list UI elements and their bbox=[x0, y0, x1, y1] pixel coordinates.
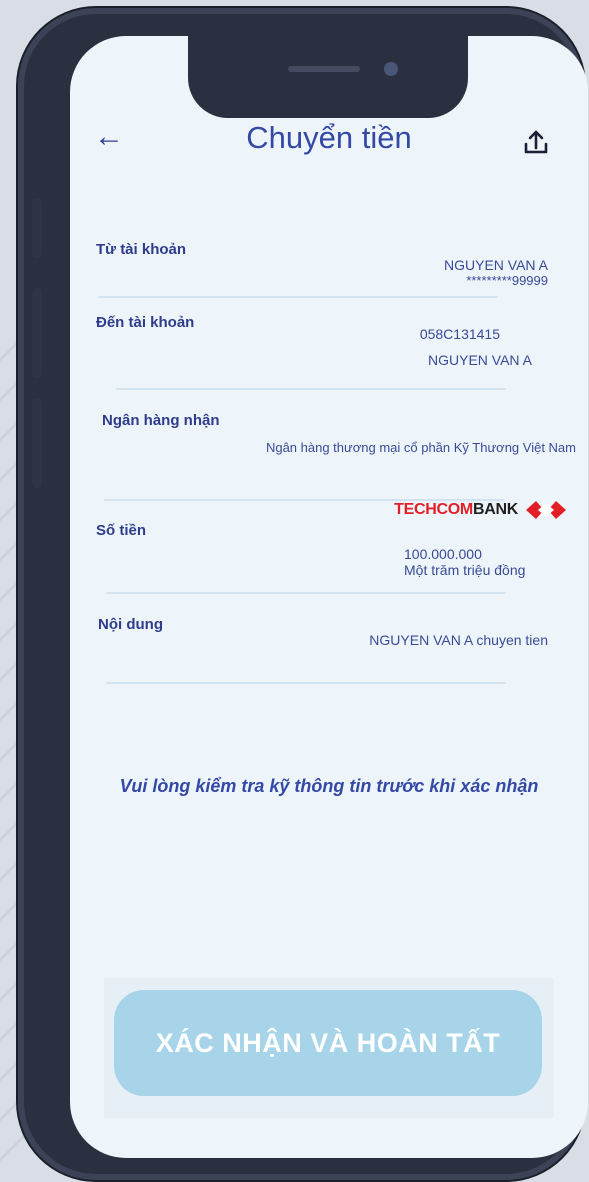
phone-notch bbox=[188, 36, 468, 118]
techcombank-logo: TECHCOMBANK bbox=[394, 498, 568, 522]
divider bbox=[106, 592, 506, 594]
content-label: Nội dung bbox=[98, 616, 163, 633]
page-title: Chuyển tiền bbox=[246, 120, 412, 155]
phone-side-button bbox=[32, 398, 42, 488]
from-account-name: NGUYEN VAN A bbox=[444, 257, 548, 273]
phone-screen: ← Chuyển tiền Từ tài khoản NGUYEN VAN A … bbox=[70, 36, 588, 1158]
amount-label: Số tiền bbox=[96, 522, 147, 539]
divider bbox=[106, 682, 506, 684]
confirm-and-complete-button[interactable]: XÁC NHẬN VÀ HOÀN TẤT bbox=[114, 990, 542, 1096]
to-account-label: Đến tài khoản bbox=[96, 314, 195, 331]
amount-value: 100.000.000 bbox=[404, 546, 482, 562]
speaker-grille bbox=[288, 66, 360, 72]
logo-text-dark: BANK bbox=[472, 501, 518, 518]
from-account-number: *********99999 bbox=[466, 273, 548, 288]
phone-side-button bbox=[32, 288, 42, 378]
techcombank-diamond-icon bbox=[526, 501, 566, 519]
phone-side-button bbox=[32, 198, 42, 258]
logo-text-red: TECHCOM bbox=[394, 501, 473, 518]
app-header: ← Chuyển tiền bbox=[70, 116, 588, 176]
receiving-bank-value: Ngân hàng thương mại cổ phần Kỹ Thương V… bbox=[265, 440, 576, 455]
front-camera bbox=[384, 62, 398, 76]
from-account-label: Từ tài khoản bbox=[96, 241, 187, 258]
divider bbox=[116, 388, 506, 390]
verification-notice: Vui lòng kiểm tra kỹ thông tin trước khi… bbox=[119, 776, 539, 796]
to-account-name: NGUYEN VAN A bbox=[428, 352, 532, 368]
share-upload-icon[interactable] bbox=[520, 126, 552, 158]
divider bbox=[98, 296, 498, 298]
phone-frame: ← Chuyển tiền Từ tài khoản NGUYEN VAN A … bbox=[18, 8, 588, 1180]
to-account-number: 058C131415 bbox=[419, 326, 500, 342]
receiving-bank-label: Ngân hàng nhận bbox=[102, 412, 220, 429]
amount-in-words: Một trăm triệu đồng bbox=[404, 562, 526, 578]
content-value: NGUYEN VAN A chuyen tien bbox=[369, 632, 548, 648]
